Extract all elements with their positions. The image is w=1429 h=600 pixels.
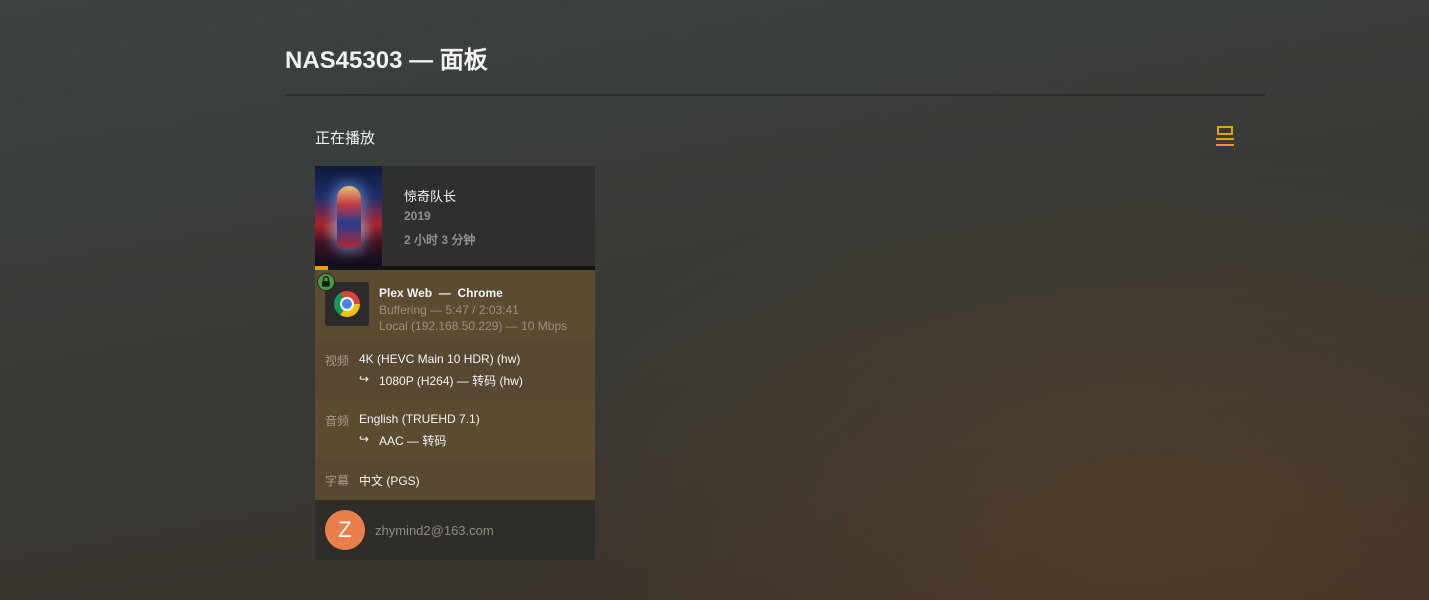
now-playing-heading: 正在播放 xyxy=(315,130,376,147)
player-state: Buffering — 5:47 / 2:03:41 xyxy=(379,303,519,317)
media-header[interactable]: 惊奇队长 2019 2 小时 3 分钟 xyxy=(315,166,595,266)
now-playing-card[interactable]: 惊奇队长 2019 2 小时 3 分钟 Plex Web — Chrome Bu… xyxy=(315,166,595,560)
chrome-icon xyxy=(334,291,360,317)
player-location: Local (192.168.50.229) — 10 Mbps xyxy=(379,319,568,333)
player-row: Plex Web — Chrome Buffering — 5:47 / 2:0… xyxy=(315,270,595,340)
video-stream-row: 视频 4K (HEVC Main 10 HDR) (hw) ↪ 1080P (H… xyxy=(315,340,595,400)
subtitle-stream-row: 字幕 中文 (PGS) xyxy=(315,460,595,500)
subtitle-label: 字幕 xyxy=(325,474,350,488)
audio-label: 音频 xyxy=(325,414,350,428)
user-name[interactable]: zhymind2@163.com xyxy=(375,523,494,538)
audio-transcode-arrow-icon: ↪ xyxy=(359,432,370,446)
video-target: 1080P (H264) — 转码 (hw) xyxy=(379,374,523,388)
session-details: Plex Web — Chrome Buffering — 5:47 / 2:0… xyxy=(315,270,595,500)
media-duration: 2 小时 3 分钟 xyxy=(404,233,476,247)
title-divider xyxy=(285,94,1265,96)
media-title[interactable]: 惊奇队长 xyxy=(404,186,456,205)
poster-figure xyxy=(337,186,361,248)
user-row[interactable]: Z zhymind2@163.com xyxy=(315,500,595,560)
avatar[interactable]: Z xyxy=(325,510,365,550)
video-source: 4K (HEVC Main 10 HDR) (hw) xyxy=(359,352,521,366)
list-view-icon[interactable] xyxy=(1214,125,1236,149)
player-name: Plex Web — Chrome xyxy=(379,286,503,300)
audio-target: AAC — 转码 xyxy=(379,434,447,448)
page-title: NAS45303 — 面板 xyxy=(285,47,488,74)
video-label: 视频 xyxy=(325,354,350,368)
video-transcode-arrow-icon: ↪ xyxy=(359,372,370,386)
media-year: 2019 xyxy=(404,209,431,223)
subtitle-value: 中文 (PGS) xyxy=(359,474,420,488)
lock-icon xyxy=(317,273,335,291)
audio-source: English (TRUEHD 7.1) xyxy=(359,412,480,426)
movie-poster[interactable] xyxy=(315,166,382,266)
audio-stream-row: 音频 English (TRUEHD 7.1) ↪ AAC — 转码 xyxy=(315,400,595,460)
